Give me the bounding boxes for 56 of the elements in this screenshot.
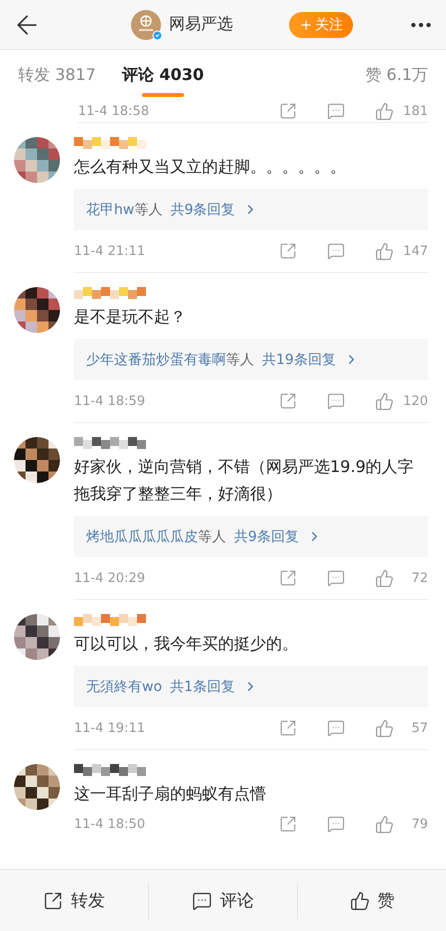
comment-time: 11-4 19:11 [74,720,146,736]
toolbar-button[interactable]: 评论 [149,882,298,918]
username-mosaic [74,614,146,626]
toolbar-button[interactable]: 赞 [298,882,446,918]
comment-text: 好家伙，逆向营销，不错（网易严选19.9的人字拖我穿了整整三年，好滴很） [74,456,415,505]
share-icon[interactable] [279,815,297,833]
username-mosaic [74,287,146,299]
share-icon[interactable] [279,102,297,120]
account-name: 网易严选 [169,14,233,35]
comment-text: 可以可以，我今年买的挺少的。 [74,633,299,655]
comment-icon[interactable] [327,392,345,410]
comment-text: 怎么有种又当又立的赶脚。。。。。。 [74,156,347,178]
tab[interactable]: 评论 4030 [122,50,204,100]
comment-text: 是不是玩不起？ [74,306,187,328]
tab[interactable]: 转发 3817 [18,50,96,100]
thumbs-up-icon[interactable] [375,242,394,260]
thumbs-up-icon[interactable] [375,392,394,410]
logo-icon [131,10,161,40]
comment-time: 11-4 18:58 [78,104,150,118]
thumbs-up-icon[interactable] [375,102,394,120]
comment-time: 11-4 18:50 [74,816,146,832]
comment-icon[interactable] [327,242,345,260]
replies-link[interactable]: 烤地瓜瓜瓜瓜瓜皮等人 共9条回复 [74,516,428,557]
thumbs-up-icon [350,890,370,910]
username-mosaic [74,137,146,149]
comment-icon[interactable] [327,569,345,587]
username-mosaic [74,764,146,776]
comment-icon[interactable] [327,102,345,120]
comment-icon[interactable] [327,815,345,833]
replies-link[interactable]: 少年这番茄炒蛋有毒啊等人 共19条回复 [74,339,428,380]
like-count: 147 [402,244,428,258]
share-icon[interactable] [279,392,297,410]
share-icon[interactable] [279,242,297,260]
comment-icon [192,890,212,910]
share-icon[interactable] [279,719,297,737]
thumbs-up-icon[interactable] [375,718,394,738]
username-mosaic [74,437,146,449]
share-icon[interactable] [279,569,297,587]
share-icon [43,890,63,910]
comment-time: 11-4 21:11 [74,244,146,258]
like-count: 120 [402,394,428,408]
comment-text: 这一耳刮子扇的蚂蚁有点懵 [74,783,267,805]
tab[interactable]: 赞 6.1万 [365,50,428,100]
replies-link[interactable]: 花甲hw等人 共9条回复 [74,189,428,230]
like-count: 181 [402,104,428,118]
comment-time: 11-4 20:29 [74,570,146,586]
replies-link[interactable]: 无須終有wo 共1条回复 [74,666,428,707]
plus-icon [299,18,313,32]
thumbs-up-icon[interactable] [375,814,394,834]
thumbs-up-icon[interactable] [375,568,394,588]
comment-time: 11-4 18:59 [74,394,146,408]
like-count: 72 [410,570,428,586]
comment-icon[interactable] [327,719,345,737]
like-count: 57 [410,720,428,736]
toolbar-button[interactable]: 转发 [0,882,149,918]
like-count: 79 [410,816,428,832]
